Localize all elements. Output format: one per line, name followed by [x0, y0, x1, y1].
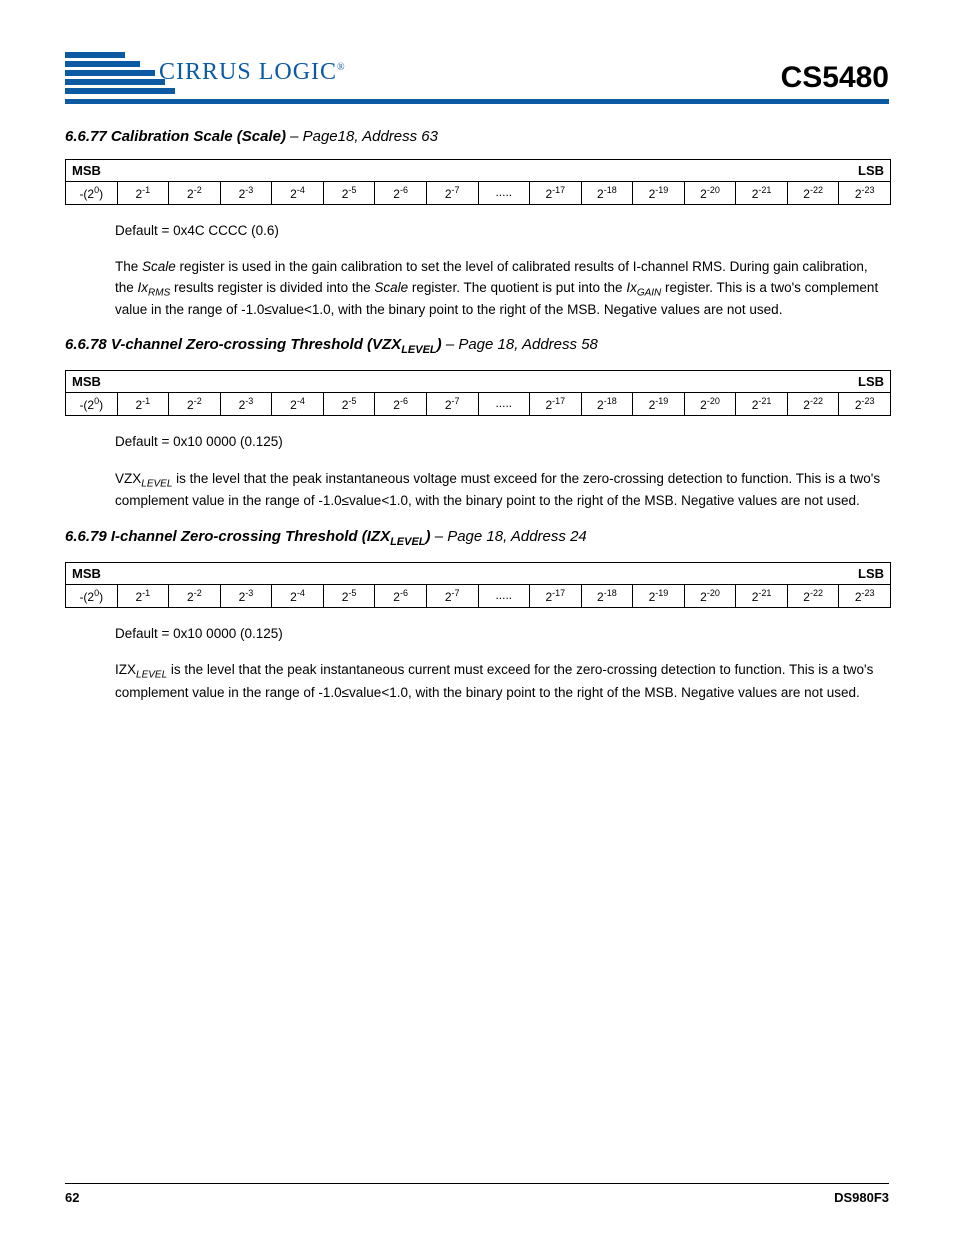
bit-cell: -(20): [66, 585, 118, 607]
bit-cell: 2-6: [375, 393, 427, 415]
bit-cell: 2-1: [118, 182, 170, 204]
bit-cell: 2-18: [582, 393, 634, 415]
bit-cell: 2-7: [427, 585, 479, 607]
bit-cell: 2-19: [633, 585, 685, 607]
bit-cell: 2-2: [169, 182, 221, 204]
bit-cell: 2-6: [375, 182, 427, 204]
bit-cell: 2-1: [118, 585, 170, 607]
bit-cell: 2-5: [324, 182, 376, 204]
section-body: VZXLEVEL is the level that the peak inst…: [115, 469, 889, 512]
page-number: 62: [65, 1190, 79, 1205]
bit-cell: 2-17: [530, 393, 582, 415]
logo-text: CIRRUS LOGIC®: [159, 59, 346, 86]
bit-cell: 2-21: [736, 393, 788, 415]
bit-cell: 2-3: [221, 585, 273, 607]
section-body: The Scale register is used in the gain c…: [115, 257, 889, 320]
bit-cell: 2-5: [324, 393, 376, 415]
chip-name: CS5480: [781, 61, 889, 95]
bit-cell: 2-17: [530, 585, 582, 607]
bit-cell: 2-18: [582, 585, 634, 607]
bit-cell: 2-17: [530, 182, 582, 204]
bit-cell: 2-22: [788, 182, 840, 204]
section-heading: 6.6.79 I-channel Zero-crossing Threshold…: [65, 528, 889, 548]
bit-cell: 2-2: [169, 585, 221, 607]
bit-cell: 2-4: [272, 393, 324, 415]
bit-cell: 2-1: [118, 393, 170, 415]
bit-cell: 2-19: [633, 182, 685, 204]
section-body: IZXLEVEL is the level that the peak inst…: [115, 660, 889, 703]
bit-cell: 2-3: [221, 393, 273, 415]
page-footer: 62 DS980F3: [65, 1183, 889, 1205]
bit-cell: 2-7: [427, 182, 479, 204]
bit-cell: .....: [479, 393, 531, 415]
company-logo: CIRRUS LOGIC®: [65, 50, 346, 95]
bit-cell: 2-20: [685, 585, 737, 607]
bit-field-table: MSBLSB-(20)2-12-22-32-42-52-62-7.....2-1…: [65, 562, 891, 608]
bit-field-table: MSBLSB-(20)2-12-22-32-42-52-62-7.....2-1…: [65, 159, 891, 205]
bit-cell: 2-22: [788, 393, 840, 415]
bit-cell: 2-23: [839, 182, 890, 204]
bit-cell: 2-23: [839, 393, 890, 415]
bit-cell: -(20): [66, 393, 118, 415]
doc-id: DS980F3: [834, 1190, 889, 1205]
bit-field-table: MSBLSB-(20)2-12-22-32-42-52-62-7.....2-1…: [65, 370, 891, 416]
section-heading: 6.6.78 V-channel Zero-crossing Threshold…: [65, 336, 889, 356]
bit-cell: 2-19: [633, 393, 685, 415]
default-line: Default = 0x10 0000 (0.125): [115, 624, 889, 644]
bit-cell: .....: [479, 182, 531, 204]
header-rule: [65, 99, 889, 104]
default-line: Default = 0x4C CCCC (0.6): [115, 221, 889, 241]
bit-cell: 2-4: [272, 182, 324, 204]
bit-cell: 2-4: [272, 585, 324, 607]
page-header: CIRRUS LOGIC® CS5480: [65, 50, 889, 95]
bit-cell: 2-20: [685, 393, 737, 415]
bit-cell: 2-3: [221, 182, 273, 204]
bit-cell: -(20): [66, 182, 118, 204]
bit-cell: 2-7: [427, 393, 479, 415]
bit-cell: 2-21: [736, 585, 788, 607]
bit-cell: 2-22: [788, 585, 840, 607]
bit-cell: 2-23: [839, 585, 890, 607]
section-heading: 6.6.77 Calibration Scale (Scale) – Page1…: [65, 128, 889, 145]
bit-cell: 2-20: [685, 182, 737, 204]
bit-cell: 2-18: [582, 182, 634, 204]
bit-cell: .....: [479, 585, 531, 607]
bit-cell: 2-6: [375, 585, 427, 607]
bit-cell: 2-2: [169, 393, 221, 415]
bit-cell: 2-5: [324, 585, 376, 607]
logo-icon: [65, 50, 155, 95]
default-line: Default = 0x10 0000 (0.125): [115, 432, 889, 452]
bit-cell: 2-21: [736, 182, 788, 204]
